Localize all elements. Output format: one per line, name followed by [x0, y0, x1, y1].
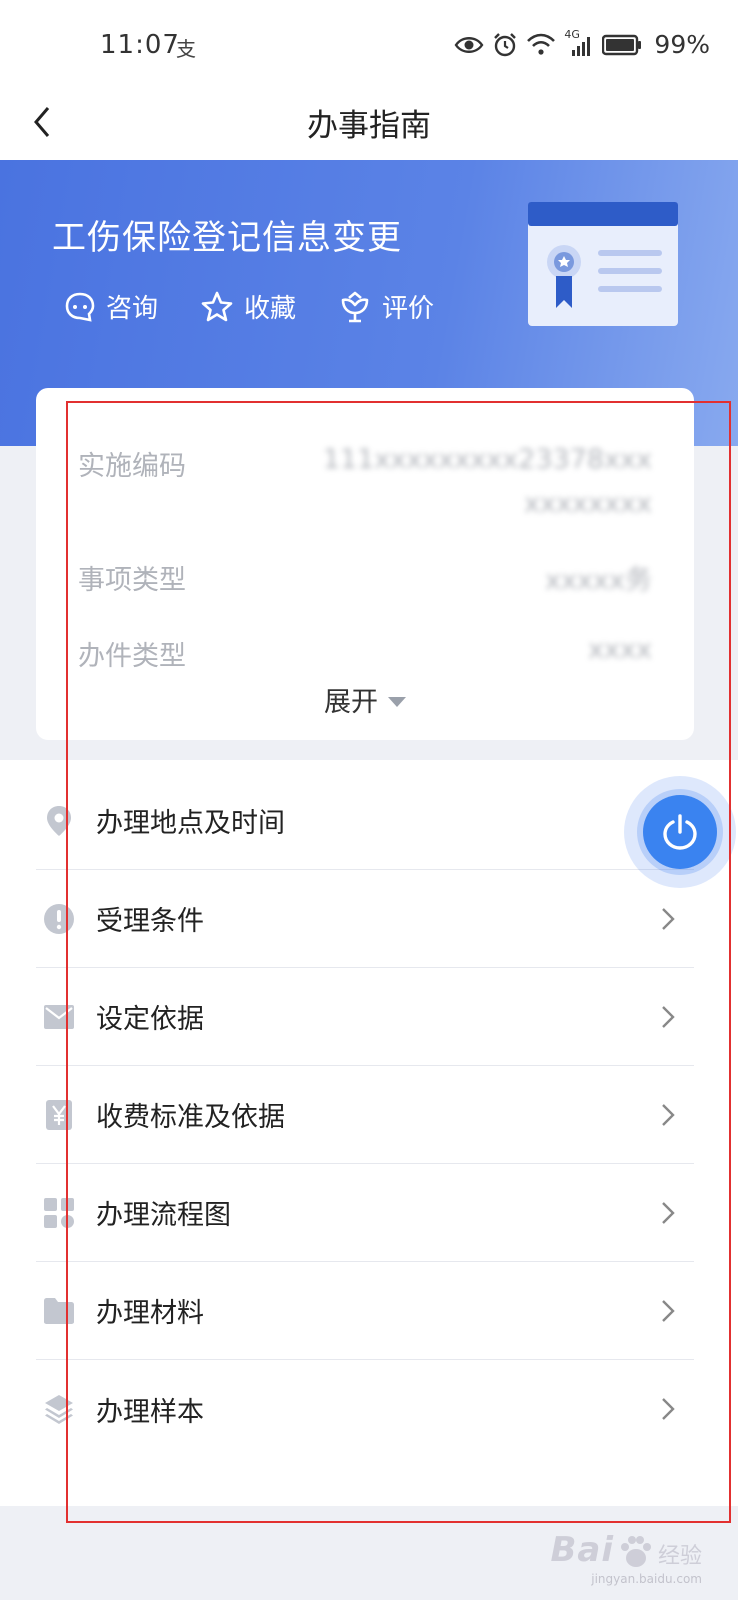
- menu-item-location-time[interactable]: 办理地点及时间: [36, 772, 694, 870]
- consult-label: 咨询: [106, 294, 159, 324]
- caret-down-icon: [388, 696, 406, 707]
- folder-icon: [42, 1294, 76, 1328]
- nav-bar: 办事指南: [0, 84, 738, 160]
- eye-icon: [454, 36, 484, 53]
- status-time: 11:07: [100, 30, 180, 60]
- menu-item-legal-basis[interactable]: 设定依据: [36, 968, 694, 1066]
- menu-label: 办理样本: [96, 1396, 204, 1428]
- consult-button[interactable]: 咨询: [64, 288, 158, 325]
- info-row-code: 实施编码 111xxxxxxxxx23378xxx xxxxxxxx: [78, 444, 652, 519]
- location-pin-icon: [42, 804, 76, 838]
- power-icon: [663, 814, 697, 850]
- signal-icon: 4G: [564, 28, 594, 58]
- floating-power-button[interactable]: [624, 776, 736, 888]
- info-label-code: 实施编码: [78, 451, 186, 482]
- guide-menu: 办理地点及时间 受理条件 设定依据 收费标准及依据 办理流程图 办理材料 办理样…: [0, 760, 738, 1506]
- chevron-right-icon: [662, 1103, 675, 1126]
- info-label-case-type: 办件类型: [78, 641, 186, 672]
- menu-label: 收费标准及依据: [96, 1102, 285, 1133]
- battery-icon: [602, 34, 642, 55]
- info-value-type: xxxxx务: [545, 565, 652, 596]
- hero-actions: 咨询 收藏 评价: [64, 288, 434, 325]
- service-title: 工伤保险登记信息变更: [52, 218, 402, 258]
- wifi-icon: [527, 33, 556, 55]
- grid-icon: [42, 1196, 76, 1230]
- chevron-right-icon: [662, 907, 675, 930]
- menu-label: 设定依据: [96, 1004, 204, 1035]
- menu-label: 办理流程图: [96, 1200, 231, 1231]
- watermark-url: jingyan.baidu.com: [591, 1572, 702, 1586]
- rate-label: 评价: [382, 294, 435, 324]
- certificate-illustration: [528, 202, 678, 326]
- info-row-case-type: 办件类型 xxxx: [78, 634, 652, 673]
- menu-label: 受理条件: [96, 906, 204, 937]
- yuan-icon: [42, 1098, 76, 1132]
- paw-icon: [620, 1536, 651, 1567]
- expand-label: 展开: [324, 687, 378, 718]
- info-value-case-type: xxxx: [588, 634, 652, 665]
- info-value-code: 111xxxxxxxxx23378xxx xxxxxxxx: [322, 444, 652, 519]
- exclamation-circle-icon: [42, 902, 76, 936]
- menu-item-samples[interactable]: 办理样本: [36, 1360, 694, 1458]
- chat-icon: [65, 292, 95, 322]
- info-card: 实施编码 111xxxxxxxxx23378xxx xxxxxxxx 事项类型 …: [36, 388, 694, 740]
- chevron-right-icon: [662, 1398, 675, 1420]
- rate-button[interactable]: 评价: [338, 288, 434, 325]
- favorite-label: 收藏: [244, 294, 297, 324]
- envelope-icon: [42, 1000, 76, 1034]
- page-title: 办事指南: [307, 108, 431, 144]
- status-app-glyph: 支: [176, 37, 196, 61]
- flower-icon: [341, 291, 369, 322]
- baidu-watermark: Bai 经验: [550, 1530, 702, 1570]
- expand-button[interactable]: 展开: [36, 680, 694, 719]
- alarm-icon: [494, 32, 517, 56]
- battery-percent: 99%: [654, 30, 710, 59]
- favorite-button[interactable]: 收藏: [200, 288, 296, 325]
- watermark-sub: 经验: [657, 1544, 702, 1569]
- power-button-core: [643, 795, 717, 869]
- star-icon: [201, 291, 233, 321]
- menu-item-fees[interactable]: 收费标准及依据: [36, 1066, 694, 1164]
- chevron-right-icon: [662, 1005, 675, 1028]
- chevron-right-icon: [662, 1299, 675, 1322]
- layers-icon: [42, 1392, 76, 1426]
- status-bar: 11:07 支 4G 99%: [0, 0, 738, 84]
- menu-label: 办理材料: [96, 1298, 204, 1329]
- menu-item-materials[interactable]: 办理材料: [36, 1262, 694, 1360]
- menu-item-conditions[interactable]: 受理条件: [36, 870, 694, 968]
- info-row-type: 事项类型 xxxxx务: [78, 558, 652, 597]
- watermark-logo-text: Bai: [550, 1530, 614, 1570]
- chevron-right-icon: [662, 1201, 675, 1224]
- info-label-type: 事项类型: [78, 565, 186, 596]
- status-icons: 4G 99%: [454, 28, 710, 59]
- menu-label: 办理地点及时间: [96, 808, 285, 839]
- menu-item-flowchart[interactable]: 办理流程图: [36, 1164, 694, 1262]
